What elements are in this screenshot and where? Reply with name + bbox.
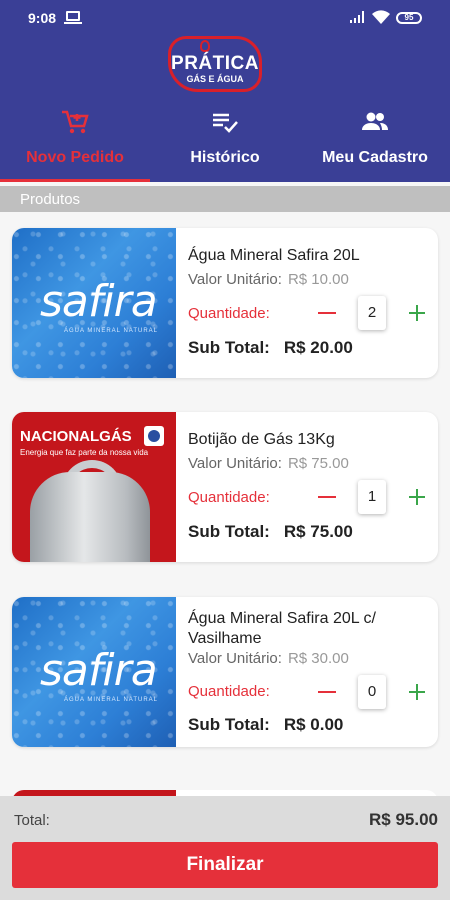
order-footer: Total: R$ 95.00 Finalizar — [0, 796, 450, 900]
gas-cylinder-icon — [30, 472, 150, 562]
increase-quantity-button[interactable] — [409, 489, 425, 505]
decrease-quantity-button[interactable] — [318, 691, 336, 693]
subtotal-label: Sub Total: — [188, 338, 270, 357]
battery-icon: 95 — [396, 12, 422, 24]
product-image-tagline: ÁGUA MINERAL NATURAL — [64, 328, 159, 334]
tab-historico[interactable]: Histórico — [150, 104, 300, 182]
list-check-icon — [213, 113, 238, 133]
status-bar: 9:08 95 — [0, 0, 450, 34]
brand-tagline: GÁS E ÁGUA — [186, 74, 244, 84]
unit-price-value: R$ 30.00 — [287, 650, 349, 667]
tab-label: Meu Cadastro — [322, 149, 428, 166]
wifi-icon — [372, 10, 390, 24]
quantity-value[interactable]: 2 — [358, 296, 386, 330]
product-name: Botijão de Gás 13Kg — [188, 431, 335, 448]
subtotal-label: Sub Total: — [188, 522, 270, 541]
unit-price-row: Valor Unitário: R$ 75.00 — [188, 455, 349, 472]
subtotal-row: Sub Total: R$ 0.00 — [188, 715, 343, 735]
product-name: Água Mineral Safira 20L — [188, 247, 360, 264]
total-value: R$ 95.00 — [369, 810, 438, 829]
product-image: safira ÁGUA MINERAL NATURAL — [12, 228, 176, 378]
tab-label: Histórico — [190, 149, 260, 166]
product-image-tagline: ÁGUA MINERAL NATURAL — [64, 697, 159, 703]
subtotal-value: R$ 0.00 — [283, 715, 344, 734]
section-title: Produtos — [20, 191, 81, 208]
product-name: Água Mineral Safira 20L c/ Vasilhame — [188, 610, 376, 647]
cart-icon — [62, 110, 89, 134]
unit-price-value: R$ 10.00 — [287, 271, 349, 288]
product-image-tagline: Energia que faz parte da nossa vida — [20, 448, 149, 457]
people-icon — [362, 112, 388, 130]
finalize-button[interactable]: Finalizar — [12, 842, 438, 888]
unit-price-label: Valor Unitário: — [188, 455, 282, 472]
status-time: 9:08 — [28, 10, 57, 26]
product-image-brand: NACIONALGÁS — [20, 428, 132, 445]
section-header: Produtos — [0, 186, 450, 212]
app-header: 9:08 95 PRÁTICA GÁS E ÁGUA Novo Pedido H… — [0, 0, 450, 182]
tab-label: Novo Pedido — [26, 149, 124, 166]
flame-icon — [200, 40, 210, 52]
increase-quantity-button[interactable] — [409, 684, 425, 700]
quantity-value[interactable]: 1 — [358, 480, 386, 514]
battery-level: 95 — [404, 13, 414, 22]
product-image: safira ÁGUA MINERAL NATURAL — [12, 597, 176, 747]
subtotal-label: Sub Total: — [188, 715, 270, 734]
subtotal-value: R$ 75.00 — [283, 522, 353, 541]
laptop-icon — [64, 11, 82, 24]
quantity-label: Quantidade: — [188, 489, 270, 506]
subtotal-row: Sub Total: R$ 75.00 — [188, 522, 353, 542]
product-image: NACIONALGÁS Energia que faz parte da nos… — [12, 412, 176, 562]
signal-icon — [350, 11, 364, 23]
increase-quantity-button[interactable] — [409, 305, 425, 321]
product-image-brand: safira — [40, 276, 158, 327]
tab-novo-pedido[interactable]: Novo Pedido — [0, 104, 150, 182]
quantity-label: Quantidade: — [188, 683, 270, 700]
unit-price-label: Valor Unitário: — [188, 650, 282, 667]
nacional-logo-icon — [144, 426, 164, 446]
tab-meu-cadastro[interactable]: Meu Cadastro — [300, 104, 450, 182]
product-card: safira ÁGUA MINERAL NATURAL Água Mineral… — [12, 597, 438, 747]
decrease-quantity-button[interactable] — [318, 496, 336, 498]
product-card: NACIONALGÁS Energia que faz parte da nos… — [12, 412, 438, 562]
product-card: safira ÁGUA MINERAL NATURAL Água Mineral… — [12, 228, 438, 378]
subtotal-row: Sub Total: R$ 20.00 — [188, 338, 353, 358]
quantity-value[interactable]: 0 — [358, 675, 386, 709]
subtotal-value: R$ 20.00 — [283, 338, 353, 357]
brand-name: PRÁTICA — [171, 53, 259, 74]
unit-price-value: R$ 75.00 — [287, 455, 349, 472]
quantity-label: Quantidade: — [188, 305, 270, 322]
active-tab-indicator — [0, 179, 150, 182]
brand-logo: PRÁTICA GÁS E ÁGUA — [165, 36, 265, 94]
main-tabs: Novo Pedido Histórico Meu Cadastro — [0, 104, 450, 182]
total-label: Total: — [14, 812, 50, 829]
unit-price-label: Valor Unitário: — [188, 271, 282, 288]
decrease-quantity-button[interactable] — [318, 312, 336, 314]
unit-price-row: Valor Unitário: R$ 10.00 — [188, 271, 349, 288]
unit-price-row: Valor Unitário: R$ 30.00 — [188, 650, 349, 667]
product-image-brand: safira — [40, 645, 158, 696]
